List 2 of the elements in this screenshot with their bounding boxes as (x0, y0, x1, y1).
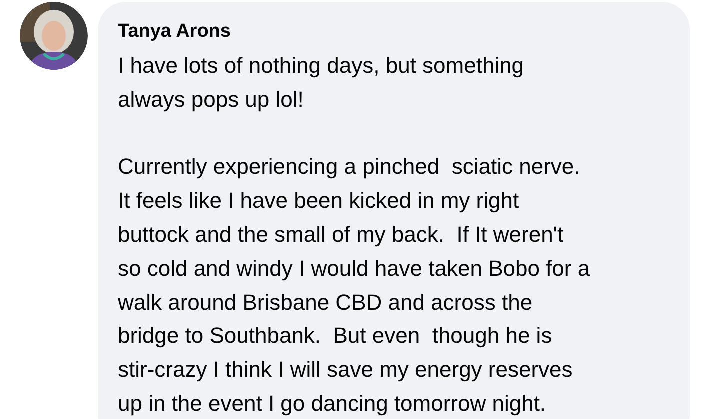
comment-text: I have lots of nothing days, but something always pops up lol! Currently experiencing a pinched sciatic nerve. It feels like I have been kicked in my right buttock and the small of my back. If It weren't so cold and windy I would have taken Bobo for a walk around Brisbane CBD and across the bridge to Southbank. But even though he is stir-crazy I think I will save my energy reserves up in the event I go dancing tomorrow night. (118, 52, 590, 418)
author-name[interactable]: Tanya Arons (118, 20, 231, 44)
